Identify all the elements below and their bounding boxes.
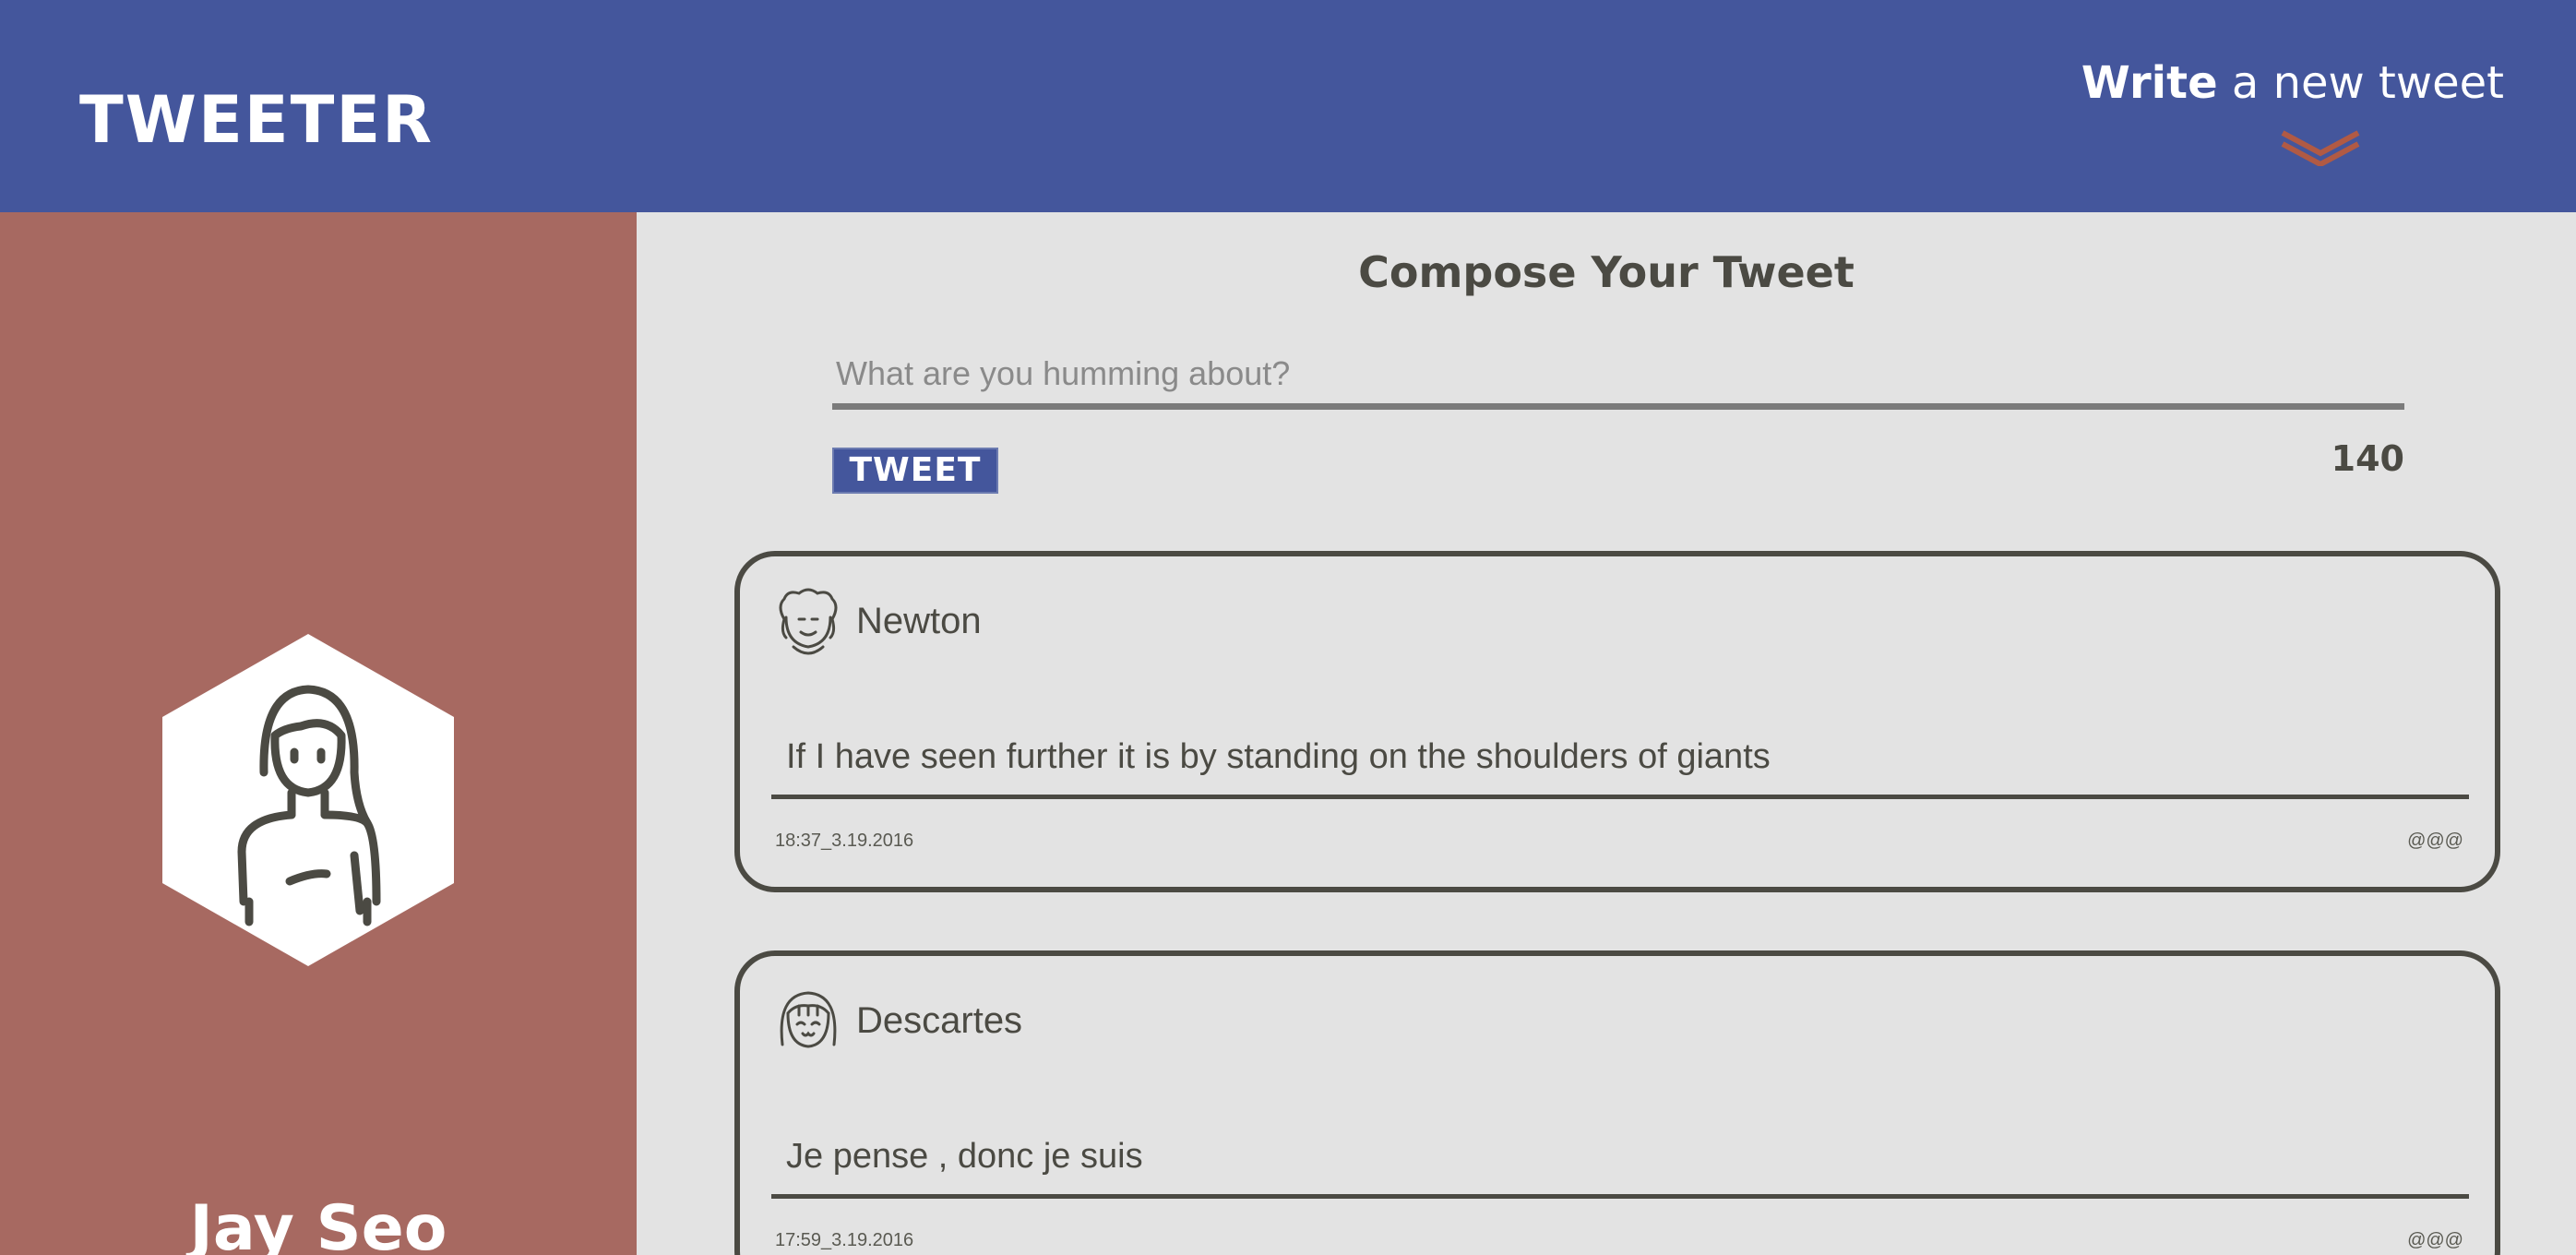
write-tweet-toggle-strong: Write	[2081, 57, 2218, 109]
brand-logo[interactable]: TWEETER	[79, 88, 434, 152]
tweet-author: Newton	[856, 601, 982, 641]
tweet-divider	[771, 1194, 2469, 1199]
top-nav: TWEETER Write a new tweet	[0, 0, 2576, 212]
descartes-avatar-icon	[780, 991, 837, 1048]
tweet-card: Newton If I have seen further it is by s…	[734, 551, 2500, 892]
tweet-card: Descartes Je pense , donc je suis 17:59_…	[734, 950, 2500, 1255]
tweet-actions[interactable]: @@@	[2407, 1231, 2463, 1249]
tweet-timestamp: 18:37_3.19.2016	[775, 831, 914, 851]
chevron-down-icon[interactable]	[2279, 127, 2362, 166]
tweet-author: Descartes	[856, 1000, 1023, 1041]
user-avatar-icon	[162, 634, 454, 966]
compose-title: Compose Your Tweet	[1358, 247, 1854, 297]
newton-avatar-icon	[779, 588, 838, 655]
tweet-text: If I have seen further it is by standing…	[786, 737, 1771, 776]
tweet-actions[interactable]: @@@	[2407, 831, 2463, 850]
tweet-input[interactable]	[832, 343, 2404, 410]
write-tweet-toggle[interactable]: Write a new tweet	[2081, 57, 2504, 111]
user-name: Jay Seo	[189, 1192, 447, 1255]
tweet-divider	[771, 795, 2469, 799]
profile-sidebar: Jay Seo	[0, 212, 637, 1255]
write-tweet-toggle-rest: a new tweet	[2217, 57, 2504, 109]
tweet-text: Je pense , donc je suis	[786, 1137, 1143, 1176]
char-counter: 140	[2331, 438, 2404, 479]
tweet-button[interactable]: TWEET	[832, 448, 998, 494]
tweet-timestamp: 17:59_3.19.2016	[775, 1230, 914, 1250]
